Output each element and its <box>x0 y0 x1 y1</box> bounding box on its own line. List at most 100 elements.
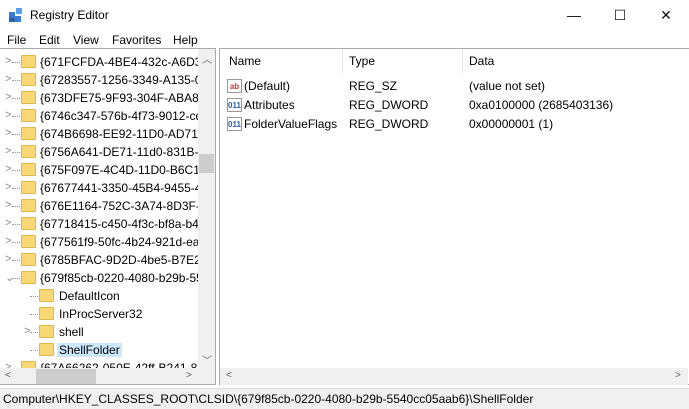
menu-file[interactable]: File <box>7 33 26 47</box>
tree-item[interactable]: > {673DFE75-9F93-304F-ABA8-D <box>0 89 211 107</box>
folder-icon <box>21 55 36 68</box>
folder-icon <box>39 307 54 320</box>
column-header-data[interactable]: Data <box>469 54 494 68</box>
tree-vscroll-thumb[interactable] <box>199 154 214 173</box>
tree-item-label: {674B6698-EE92-11D0-AD71-0 <box>40 127 209 141</box>
scroll-left-icon[interactable]: < <box>226 370 232 381</box>
values-list[interactable]: Name Type Data ab (Default) REG_SZ (value n… <box>219 48 689 385</box>
value-data: 0xa0100000 (2685403136) <box>469 98 614 112</box>
value-row[interactable]: 011 Attributes REG_DWORD 0xa0100000 (268540… <box>220 96 680 115</box>
value-name: (Default) <box>244 79 291 93</box>
folder-icon <box>21 127 36 140</box>
tree-connector <box>12 80 20 81</box>
tree-item-label: {677561f9-50fc-4b24-921d-eac <box>40 235 206 249</box>
tree-item[interactable]: > {674B6698-EE92-11D0-AD71-0 <box>0 125 209 143</box>
tree-hscroll-thumb[interactable] <box>36 369 96 384</box>
tree-item[interactable]: > {67718415-c450-4f3c-bf8a-b48 <box>0 215 205 233</box>
tree-item-label: {67283557-1256-3349-A135-05 <box>40 73 209 87</box>
tree-connector <box>30 314 38 315</box>
tree-item-label: {676E1164-752C-3A74-8D3F-B <box>40 199 208 213</box>
scroll-right-icon[interactable]: > <box>186 370 192 381</box>
tree-item[interactable]: > {67677441-3350-45B4-9455-4D <box>0 179 210 197</box>
expand-chevron-icon[interactable]: > <box>5 253 11 265</box>
minimize-button[interactable]: — <box>551 0 597 30</box>
tree-item[interactable]: > {6785BFAC-9D2D-4be5-B7E2-5 <box>0 251 211 269</box>
expand-chevron-icon[interactable]: > <box>24 325 30 337</box>
tree-item-label: {67718415-c450-4f3c-bf8a-b48 <box>40 217 206 231</box>
tree-item[interactable]: ShellFolder <box>0 341 198 359</box>
maximize-button[interactable]: ☐ <box>597 0 643 30</box>
scroll-left-icon[interactable]: < <box>5 370 11 381</box>
tree-item-label: {671FCFDA-4BE4-432c-A6D3-4 <box>40 55 213 69</box>
tree-item[interactable]: > {67283557-1256-3349-A135-05 <box>0 71 208 89</box>
column-header-name[interactable]: Name <box>229 54 261 68</box>
tree-item-label: {675F097E-4C4D-11D0-B6C1-0 <box>40 163 211 177</box>
scroll-down-icon[interactable]: ﹀ <box>202 352 212 367</box>
folder-icon <box>39 289 54 302</box>
tree-connector <box>30 350 38 351</box>
expand-chevron-icon[interactable]: > <box>5 109 11 121</box>
expand-chevron-icon[interactable]: > <box>5 235 11 247</box>
tree-connector <box>12 260 20 261</box>
folder-icon <box>21 199 36 212</box>
expand-chevron-icon[interactable]: > <box>5 91 11 103</box>
value-type: REG_DWORD <box>349 98 429 112</box>
folder-icon <box>21 91 36 104</box>
expand-chevron-icon[interactable]: > <box>5 127 11 139</box>
value-type: REG_SZ <box>349 79 398 93</box>
column-header-type[interactable]: Type <box>349 54 375 68</box>
registry-tree[interactable]: >{67A66262-050E-42ff-B241-82ShellFolder>… <box>0 48 216 385</box>
tree-item[interactable]: > {671FCFDA-4BE4-432c-A6D3-4 <box>0 53 212 71</box>
expand-chevron-icon[interactable]: > <box>5 145 11 157</box>
tree-connector <box>30 332 38 333</box>
tree-connector <box>12 62 20 63</box>
expand-chevron-icon[interactable]: > <box>5 55 11 67</box>
value-name: FolderValueFlags <box>244 117 338 131</box>
value-data: (value not set) <box>469 79 546 93</box>
tree-item[interactable]: > shell <box>0 323 198 341</box>
expand-chevron-icon[interactable]: > <box>5 199 11 211</box>
tree-item[interactable]: > {6746c347-576b-4f73-9012-cd <box>0 107 202 125</box>
menu-favorites[interactable]: Favorites <box>112 33 161 47</box>
tree-vertical-scrollbar[interactable]: ︿ ﹀ <box>198 49 215 368</box>
tree-item[interactable]: ⌄ {679f85cb-0220-4080-b29b-55 <box>0 269 203 287</box>
folder-icon <box>21 181 36 194</box>
folder-icon <box>21 109 36 122</box>
tree-item-label: {6756A641-DE71-11d0-831B-0 <box>40 145 206 159</box>
tree-connector <box>12 278 20 279</box>
value-row[interactable]: ab (Default) REG_SZ (value not set) <box>220 77 680 96</box>
tree-item[interactable]: > {677561f9-50fc-4b24-921d-eac <box>0 233 205 251</box>
column-divider[interactable] <box>342 49 343 73</box>
tree-item[interactable]: > {675F097E-4C4D-11D0-B6C1-0 <box>0 161 211 179</box>
expand-chevron-icon[interactable]: > <box>5 163 11 175</box>
tree-horizontal-scrollbar[interactable]: < > <box>0 368 198 384</box>
menu-help[interactable]: Help <box>173 33 198 47</box>
menu-edit[interactable]: Edit <box>39 33 60 47</box>
tree-connector <box>12 98 20 99</box>
binary-value-icon: 011 <box>227 117 242 131</box>
tree-item-label: {673DFE75-9F93-304F-ABA8-D <box>40 91 212 105</box>
tree-item[interactable]: > {6756A641-DE71-11d0-831B-0 <box>0 143 205 161</box>
folder-icon <box>21 271 36 284</box>
close-button[interactable]: ✕ <box>643 0 689 30</box>
folder-icon <box>39 343 54 356</box>
value-type: REG_DWORD <box>349 117 429 131</box>
expand-chevron-icon[interactable]: > <box>5 73 11 85</box>
expand-chevron-icon[interactable]: > <box>5 217 11 229</box>
tree-connector <box>12 152 20 153</box>
menu-view[interactable]: View <box>73 33 99 47</box>
tree-item-label: ShellFolder <box>57 343 122 357</box>
expand-chevron-icon[interactable]: > <box>5 181 11 193</box>
scroll-right-icon[interactable]: > <box>675 370 681 381</box>
tree-item[interactable]: > {676E1164-752C-3A74-8D3F-B <box>0 197 208 215</box>
tree-item[interactable]: InProcServer32 <box>0 305 198 323</box>
column-divider[interactable] <box>462 49 463 73</box>
registry-editor-icon <box>8 7 24 23</box>
tree-item[interactable]: DefaultIcon <box>0 287 198 305</box>
tree-connector <box>12 188 20 189</box>
scroll-up-icon[interactable]: ︿ <box>202 51 212 66</box>
value-row[interactable]: 011 FolderValueFlags REG_DWORD 0x00000001 (… <box>220 115 680 134</box>
list-horizontal-scrollbar[interactable]: < > <box>220 368 688 385</box>
scroll-corner <box>198 368 215 384</box>
tree-item-label: InProcServer32 <box>59 307 143 321</box>
